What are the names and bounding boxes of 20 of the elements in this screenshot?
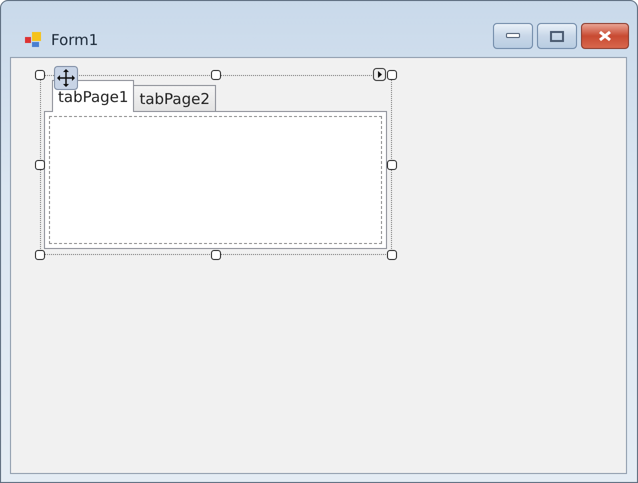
tab[interactable]: tabPage1	[52, 80, 134, 112]
tab[interactable]: tabPage2	[133, 85, 216, 112]
window-title: Form1	[51, 31, 98, 49]
form-icon	[25, 32, 43, 48]
close-button[interactable]	[581, 23, 629, 49]
close-icon	[597, 30, 613, 42]
resize-handle[interactable]	[211, 70, 221, 80]
resize-handle[interactable]	[387, 70, 397, 80]
maximize-button[interactable]	[537, 23, 577, 49]
resize-handle[interactable]	[387, 250, 397, 260]
minimize-icon	[506, 33, 520, 39]
resize-handle[interactable]	[211, 250, 221, 260]
smart-tag-icon[interactable]	[373, 68, 386, 81]
minimize-button[interactable]	[493, 23, 533, 49]
resize-handle[interactable]	[35, 160, 45, 170]
resize-handle[interactable]	[387, 160, 397, 170]
maximize-icon	[550, 30, 564, 42]
resize-handle[interactable]	[35, 250, 45, 260]
move-icon[interactable]	[54, 66, 78, 90]
resize-handle[interactable]	[35, 70, 45, 80]
